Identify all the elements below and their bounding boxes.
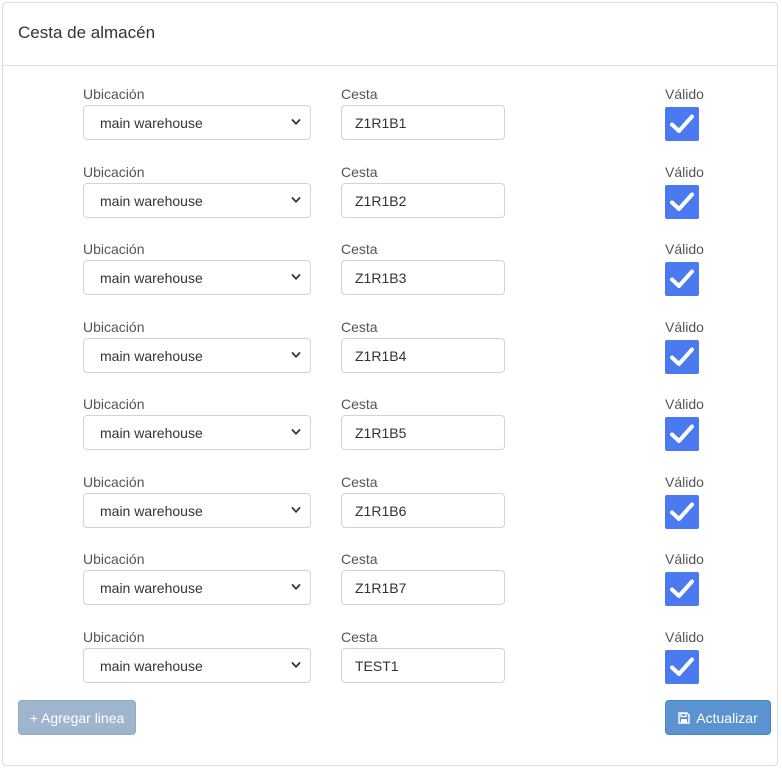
valid-label: Válido	[665, 241, 704, 257]
location-label: Ubicación	[83, 629, 145, 645]
location-select-value: main warehouse	[100, 269, 203, 286]
update-button-label: Actualizar	[696, 709, 758, 726]
location-label: Ubicación	[83, 164, 145, 180]
location-select[interactable]: main warehouse	[83, 415, 311, 450]
basket-input-value: Z1R1B4	[355, 347, 407, 364]
location-select-value: main warehouse	[100, 579, 203, 596]
basket-input[interactable]: Z1R1B7	[341, 570, 505, 605]
valid-label: Válido	[665, 86, 704, 102]
check-icon	[670, 579, 694, 598]
basket-row: Ubicación Cesta Válido main warehouse TEST1	[3, 629, 777, 691]
basket-label: Cesta	[341, 86, 378, 102]
chevron-down-icon	[291, 352, 301, 358]
basket-label: Cesta	[341, 319, 378, 335]
basket-input-value: TEST1	[355, 657, 399, 674]
location-select[interactable]: main warehouse	[83, 493, 311, 528]
basket-label: Cesta	[341, 241, 378, 257]
basket-input[interactable]: Z1R1B6	[341, 493, 505, 528]
basket-label: Cesta	[341, 629, 378, 645]
valid-label: Válido	[665, 629, 704, 645]
valid-label: Válido	[665, 396, 704, 412]
card-title: Cesta de almacén	[18, 23, 156, 42]
valid-checkbox[interactable]	[665, 185, 699, 219]
location-select-value: main warehouse	[100, 192, 203, 209]
basket-input-value: Z1R1B6	[355, 502, 407, 519]
check-icon	[670, 502, 694, 521]
basket-input-value: Z1R1B2	[355, 192, 407, 209]
location-label: Ubicación	[83, 474, 145, 490]
location-select[interactable]: main warehouse	[83, 648, 311, 683]
location-select-value: main warehouse	[100, 114, 203, 131]
valid-checkbox[interactable]	[665, 107, 699, 141]
location-label: Ubicación	[83, 396, 145, 412]
location-label: Ubicación	[83, 551, 145, 567]
basket-row: Ubicación Cesta Válido main warehouse Z1R1B6	[3, 474, 777, 536]
location-select[interactable]: main warehouse	[83, 105, 311, 140]
location-select[interactable]: main warehouse	[83, 338, 311, 373]
basket-input[interactable]: Z1R1B2	[341, 183, 505, 218]
location-label: Ubicación	[83, 241, 145, 257]
basket-input[interactable]: Z1R1B4	[341, 338, 505, 373]
basket-label: Cesta	[341, 396, 378, 412]
add-line-button[interactable]: + Agregar linea	[18, 700, 136, 735]
valid-label: Válido	[665, 164, 704, 180]
basket-input-value: Z1R1B7	[355, 579, 407, 596]
valid-checkbox[interactable]	[665, 572, 699, 606]
location-select-value: main warehouse	[100, 502, 203, 519]
chevron-down-icon	[291, 662, 301, 668]
basket-label: Cesta	[341, 551, 378, 567]
chevron-down-icon	[291, 429, 301, 435]
valid-checkbox[interactable]	[665, 417, 699, 451]
location-select-value: main warehouse	[100, 424, 203, 441]
update-button[interactable]: Actualizar	[665, 700, 771, 735]
basket-input-value: Z1R1B5	[355, 424, 407, 441]
basket-row: Ubicación Cesta Válido main warehouse Z1R1B7	[3, 551, 777, 613]
chevron-down-icon	[291, 197, 301, 203]
basket-input[interactable]: Z1R1B3	[341, 260, 505, 295]
valid-checkbox[interactable]	[665, 650, 699, 684]
basket-input-value: Z1R1B1	[355, 114, 407, 131]
basket-row: Ubicación Cesta Válido main warehouse Z1R1B3	[3, 241, 777, 303]
card-header: Cesta de almacén	[3, 3, 777, 66]
valid-checkbox[interactable]	[665, 495, 699, 529]
check-icon	[670, 347, 694, 366]
valid-checkbox[interactable]	[665, 340, 699, 374]
valid-label: Válido	[665, 319, 704, 335]
basket-row: Ubicación Cesta Válido main warehouse Z1R1B2	[3, 164, 777, 226]
save-icon	[678, 711, 690, 724]
chevron-down-icon	[291, 119, 301, 125]
location-select-value: main warehouse	[100, 657, 203, 674]
location-select[interactable]: main warehouse	[83, 183, 311, 218]
check-icon	[670, 114, 694, 133]
location-label: Ubicación	[83, 86, 145, 102]
check-icon	[670, 657, 694, 676]
basket-row: Ubicación Cesta Válido main warehouse Z1R1B4	[3, 319, 777, 381]
basket-row: Ubicación Cesta Válido main warehouse Z1R1B5	[3, 396, 777, 458]
location-label: Ubicación	[83, 319, 145, 335]
basket-input[interactable]: TEST1	[341, 648, 505, 683]
check-icon	[670, 269, 694, 288]
basket-input[interactable]: Z1R1B1	[341, 105, 505, 140]
check-icon	[670, 424, 694, 443]
valid-label: Válido	[665, 474, 704, 490]
location-select[interactable]: main warehouse	[83, 260, 311, 295]
check-icon	[670, 192, 694, 211]
chevron-down-icon	[291, 584, 301, 590]
basket-label: Cesta	[341, 164, 378, 180]
basket-label: Cesta	[341, 474, 378, 490]
location-select-value: main warehouse	[100, 347, 203, 364]
basket-input[interactable]: Z1R1B5	[341, 415, 505, 450]
warehouse-basket-card: Cesta de almacén Ubicación Cesta Válido mai…	[2, 2, 778, 766]
location-select[interactable]: main warehouse	[83, 570, 311, 605]
chevron-down-icon	[291, 507, 301, 513]
valid-checkbox[interactable]	[665, 262, 699, 296]
basket-input-value: Z1R1B3	[355, 269, 407, 286]
valid-label: Válido	[665, 551, 704, 567]
basket-row: Ubicación Cesta Válido main warehouse Z1R1B1	[3, 86, 777, 148]
chevron-down-icon	[291, 274, 301, 280]
